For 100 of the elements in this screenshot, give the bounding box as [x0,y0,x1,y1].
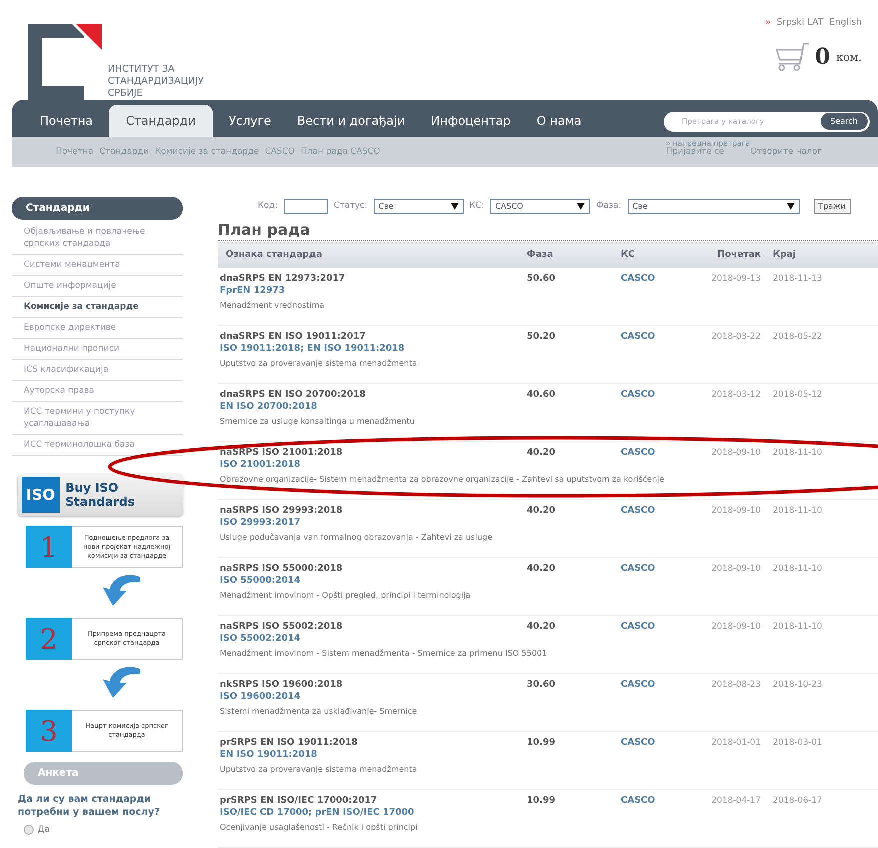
reference-link[interactable]: ISO 21001:2018 [220,460,301,470]
table-cell-text: 2018-03-22 [710,332,762,342]
sidebar-item[interactable]: ИСС терминолошка база [12,435,183,456]
standard-description: Usluge podučavanja van formalnog obrazovanja - Zahtevi za usluge [220,533,493,542]
caret-icon [577,202,586,210]
nav-tab[interactable]: О нама [526,105,592,137]
reference-link[interactable]: ISO 19011:2018; EN ISO 19011:2018 [220,344,405,354]
table-cell-text: 2018-09-10 [710,506,762,516]
poll-title: Анкета [24,762,183,785]
standard-code: naSRPS ISO 55000:2018 [220,564,343,574]
table-cell-text: 10.99 [527,796,556,806]
reference-link[interactable]: ISO 55002:2014 [220,634,301,644]
committee-link[interactable]: CASCO [613,506,683,516]
banner-label: Buy ISO Standards [66,481,136,509]
search-button[interactable]: Тражи [814,198,851,214]
table-cell-text: 2018-11-10 [772,564,824,574]
dropdown[interactable]: CASCO [490,198,590,214]
committee-link[interactable]: CASCO [613,448,683,458]
sidebar-item[interactable]: Опште информације [12,276,183,297]
table-cell-text: 2018-03-12 [710,390,762,400]
language-link[interactable]: English [830,18,862,28]
committee-link[interactable]: CASCO [613,564,683,574]
sidebar-item[interactable]: Системи менаџмента [12,255,183,276]
table-cell-text: 2018-11-10 [772,622,824,632]
page-title: План рада [218,221,878,241]
nav-tab[interactable]: Стандарди [109,105,214,137]
standard-description: Uputstvo za proveravanje sistema menadžmenta [220,359,418,368]
sidebar-item[interactable]: ICS класификација [12,360,183,381]
bullet-marker: » [765,18,771,28]
committee-link[interactable]: CASCO [613,332,683,342]
table-cell-text: 40.20 [527,564,556,574]
field-label: КС: [470,201,484,211]
reference-link[interactable]: ISO/IEC CD 17000; prEN ISO/IEC 17000 [220,808,414,818]
option-label: Да [38,825,50,835]
committee-link[interactable]: CASCO [613,738,683,748]
standard-code: prSRPS EN ISO 19011:2018 [220,738,358,748]
table-cell-text: 2018-09-13 [710,274,762,284]
nav-tab[interactable]: Почетна [30,105,104,137]
table-cell-text: 2018-01-01 [710,738,762,748]
table-cell-text: 50.20 [527,332,556,342]
reference-link[interactable]: FprEN 12973 [220,286,286,296]
reference-link[interactable]: ISO 55000:2014 [220,576,301,586]
standard-description: Sistemi menadžmenta za usklađivanje- Smernice [220,707,418,716]
committee-link[interactable]: CASCO [613,274,683,284]
field-label: Код: [258,201,278,211]
language-link[interactable]: Srpski LAT [776,18,824,28]
standard-code: dnaSRPS EN ISO 20700:2018 [220,390,366,400]
sidebar-item[interactable]: ИСС термини у поступку усаглашавања [12,402,183,435]
table-cell-text: 40.20 [527,622,556,632]
committee-link[interactable]: CASCO [613,680,683,690]
standard-description: Smernice za usluge konsaltinga u menadžmentu [220,417,415,426]
nav-tab[interactable]: Инфоцентар [421,105,521,137]
reference-link[interactable]: EN ISO 19011:2018 [220,750,318,760]
committee-link[interactable]: CASCO [613,796,683,806]
standard-description: Ocenjivanje usaglašenosti - Rečnik i opšti principi [220,823,418,832]
standard-code: naSRPS ISO 29993:2018 [220,506,343,516]
nav-tab[interactable]: Вести и догађаји [287,105,416,137]
standard-description: Menadžment vrednostima [220,301,325,310]
nav-tab[interactable]: Услуге [219,105,282,137]
column-header: Почетак [716,250,762,260]
table-cell-text: 50.60 [527,274,556,284]
standard-code: nkSRPS ISO 19600:2018 [220,680,343,690]
cart-icon [773,42,810,72]
poll-question: Да ли су вам стандарди потребни у вашем послу? [18,793,161,819]
table-cell-text: 40.60 [527,390,556,400]
table-cell-text: 40.20 [527,506,556,516]
sidebar-item[interactable]: Ауторска права [12,381,183,402]
field-label: Фаза: [596,201,622,211]
sidebar-item[interactable]: Комисије за стандарде [12,297,183,318]
sidebar-item[interactable]: Европске директиве [12,318,183,339]
reference-link[interactable]: ISO 19600:2014 [220,692,301,702]
committee-link[interactable]: CASCO [613,390,683,400]
radio-button[interactable] [24,825,34,835]
sidebar-item[interactable]: Национални прописи [12,339,183,360]
table-cell-text: 2018-08-23 [710,680,762,690]
code-field[interactable] [284,198,328,214]
search-button[interactable]: Search [820,113,868,130]
cart-count: 0 [815,44,830,70]
table-cell-text: 2018-10-23 [772,680,824,690]
table-cell-text: 40.20 [527,448,556,458]
committee-link[interactable]: CASCO [613,622,683,632]
dropdown[interactable]: Све [374,198,464,214]
standard-code: naSRPS ISO 21001:2018 [220,448,343,458]
standard-description: Menadžment imovinom - Opšti pregled, principi i terminologija [220,591,471,600]
table-cell-text: 2018-11-13 [772,274,824,284]
standard-code: prSRPS EN ISO/IEC 17000:2017 [220,796,378,806]
caret-icon [450,202,459,210]
reference-link[interactable]: ISO 29993:2017 [220,518,301,528]
dropdown[interactable]: Све [628,198,800,214]
table-cell-text: 2018-11-10 [772,506,824,516]
step-number: 3 [26,710,72,752]
column-header: КС [620,250,636,260]
table-cell-text: 2018-03-01 [772,738,824,748]
reference-link[interactable]: EN ISO 20700:2018 [220,402,318,412]
table-cell-text: 2018-09-10 [710,448,762,458]
logo-text: ИНСТИТУТ ЗА СТАНДАРДИЗАЦИЈУ СРБИЈЕ [108,64,204,100]
table-cell-text: 2018-05-22 [772,332,824,342]
table-cell-text: 30.60 [527,680,556,690]
sidebar-item[interactable]: Објављивање и повлачење српских стандарда [12,222,183,255]
field-label: Статус: [334,201,368,211]
